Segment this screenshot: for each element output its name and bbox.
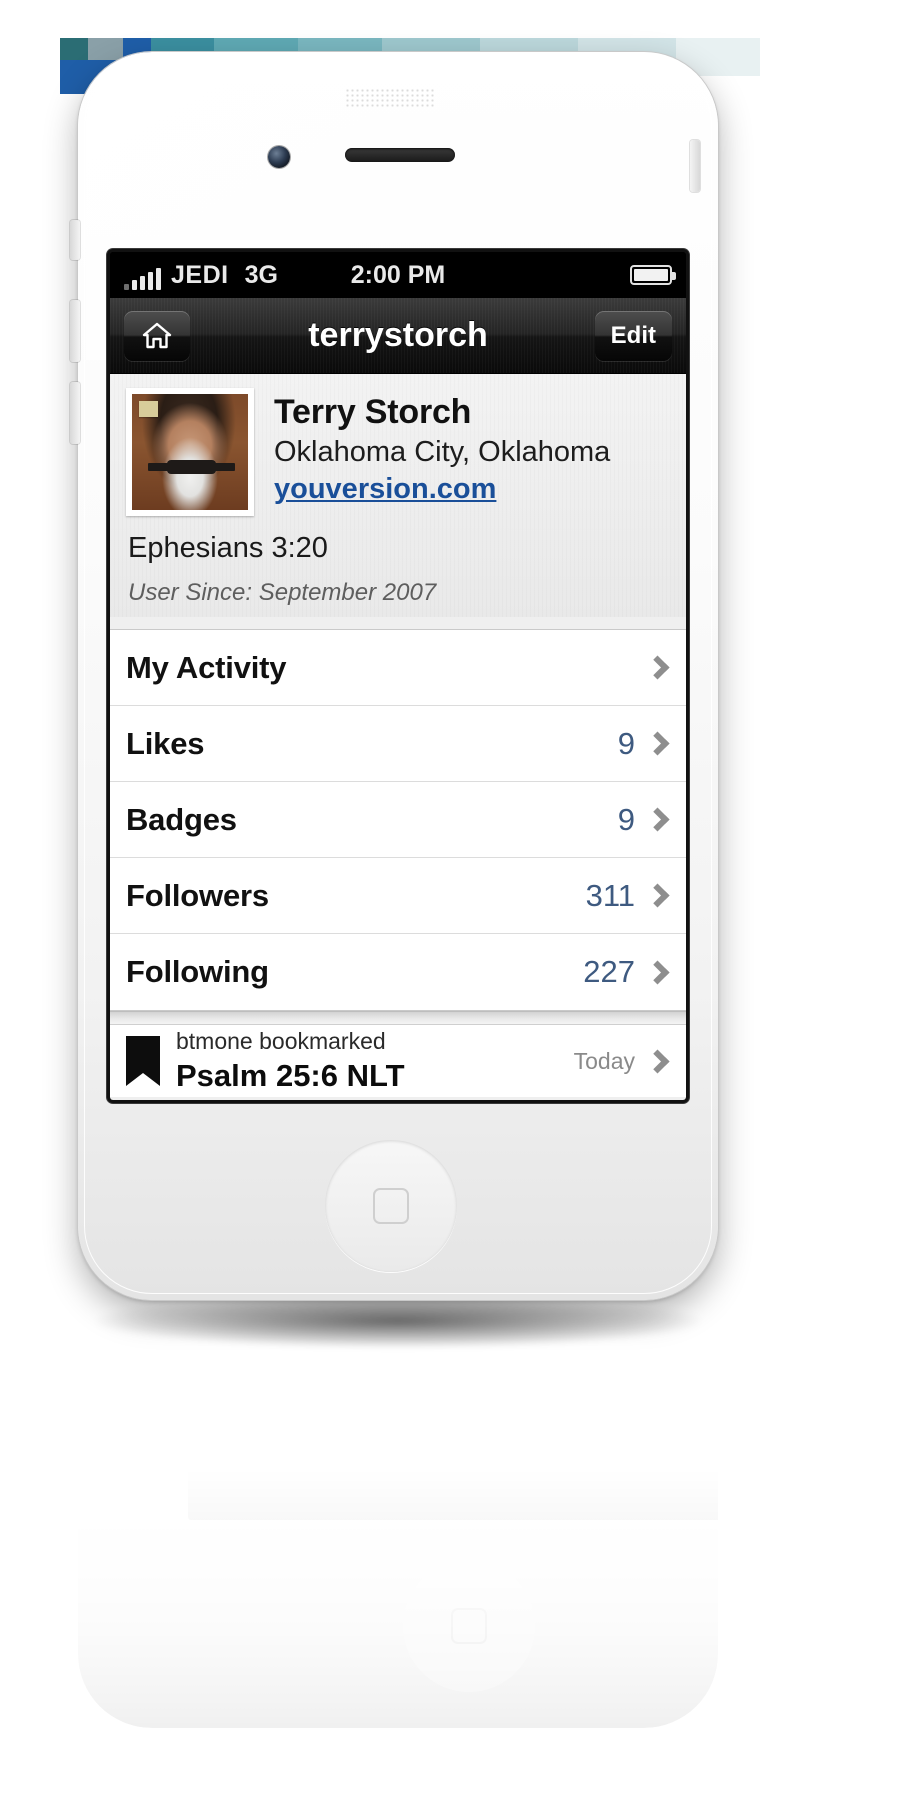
reflection-screen (188, 1380, 764, 1520)
home-button[interactable] (325, 1140, 457, 1272)
profile-favorite-verse: Ephesians 3:20 (128, 532, 328, 564)
activity-date: Today (573, 1047, 635, 1074)
list-item[interactable]: Followers 311 (110, 858, 686, 934)
activity-accessory: Today (574, 1048, 672, 1075)
chevron-right-icon (645, 883, 670, 908)
activity-text: btmone bookmarked Psalm 25:6 NLT (176, 1028, 405, 1095)
profile-name: Terry Storch (274, 393, 472, 431)
row-count: 311 (585, 877, 635, 913)
list-item[interactable]: My Activity (110, 630, 686, 706)
earpiece-speaker (345, 148, 455, 162)
signal-bars-icon (124, 267, 161, 290)
avatar-image (132, 394, 248, 510)
activity-title: Psalm 25:6 NLT (176, 1058, 405, 1094)
row-label: Badges (126, 801, 237, 837)
row-count: 9 (617, 725, 635, 761)
front-camera (268, 146, 290, 168)
row-label: Likes (126, 725, 205, 761)
avatar[interactable] (126, 388, 254, 516)
reflection-home-square (451, 1608, 487, 1644)
list-item[interactable]: Likes 9 (110, 706, 686, 782)
chevron-right-icon (645, 731, 670, 756)
row-accessory: 311 (586, 878, 672, 914)
sensor-texture (345, 88, 435, 108)
profile-website-link[interactable]: youversion.com (274, 473, 496, 506)
network-type-label: 3G (244, 260, 278, 289)
status-bar-right (630, 265, 676, 285)
profile-header: Terry Storch Oklahoma City, Oklahoma you… (110, 374, 686, 617)
chevron-right-icon (645, 807, 670, 832)
navigation-bar: terrystorch Edit (110, 298, 686, 374)
section-separator (110, 1011, 686, 1025)
row-label: Following (126, 954, 269, 989)
activity-subtitle: btmone bookmarked (176, 1027, 386, 1054)
profile-location: Oklahoma City, Oklahoma (274, 436, 611, 469)
row-label: Followers (126, 877, 269, 913)
profile-top-row: Terry Storch Oklahoma City, Oklahoma you… (126, 388, 670, 516)
row-count: 9 (617, 801, 635, 837)
edit-button[interactable]: Edit (594, 310, 672, 361)
home-nav-button[interactable] (124, 310, 190, 361)
chevron-right-icon (645, 959, 670, 985)
status-bar: JEDI 3G 2:00 PM (110, 252, 686, 298)
profile-menu-list: My Activity Likes 9 Badges 9 Followers 3… (110, 629, 686, 1011)
screen-content: Terry Storch Oklahoma City, Oklahoma you… (110, 374, 686, 1100)
volume-down-button[interactable] (70, 382, 80, 444)
phone-screen: JEDI 3G 2:00 PM terrystorch Edit Terry S… (110, 252, 686, 1100)
device-reflection (78, 1308, 764, 1728)
bookmark-icon (126, 1036, 160, 1086)
screenshot-stage: JEDI 3G 2:00 PM terrystorch Edit Terry S… (0, 0, 906, 1812)
battery-icon (630, 265, 676, 285)
status-bar-left: JEDI 3G (124, 261, 278, 290)
volume-up-button[interactable] (70, 300, 80, 362)
reflection-home-button (403, 1560, 535, 1692)
profile-user-since: User Since: September 2007 (128, 579, 437, 606)
chevron-right-icon (645, 1048, 670, 1074)
row-accessory (635, 655, 672, 680)
carrier-label: JEDI (171, 260, 229, 289)
home-icon (142, 322, 172, 348)
silent-switch[interactable] (70, 220, 80, 260)
row-accessory: 9 (618, 802, 672, 838)
row-accessory: 9 (618, 726, 672, 762)
row-count: 227 (583, 954, 635, 989)
chevron-right-icon (645, 655, 670, 680)
list-item[interactable]: Following 227 (110, 934, 686, 1010)
row-accessory: 227 (583, 954, 672, 990)
activity-list-item[interactable]: btmone bookmarked Psalm 25:6 NLT Today (110, 1025, 686, 1097)
power-button[interactable] (690, 140, 700, 192)
list-item[interactable]: Badges 9 (110, 782, 686, 858)
home-button-square-icon (373, 1188, 409, 1224)
row-label: My Activity (126, 649, 287, 685)
profile-details: Terry Storch Oklahoma City, Oklahoma you… (274, 388, 610, 516)
